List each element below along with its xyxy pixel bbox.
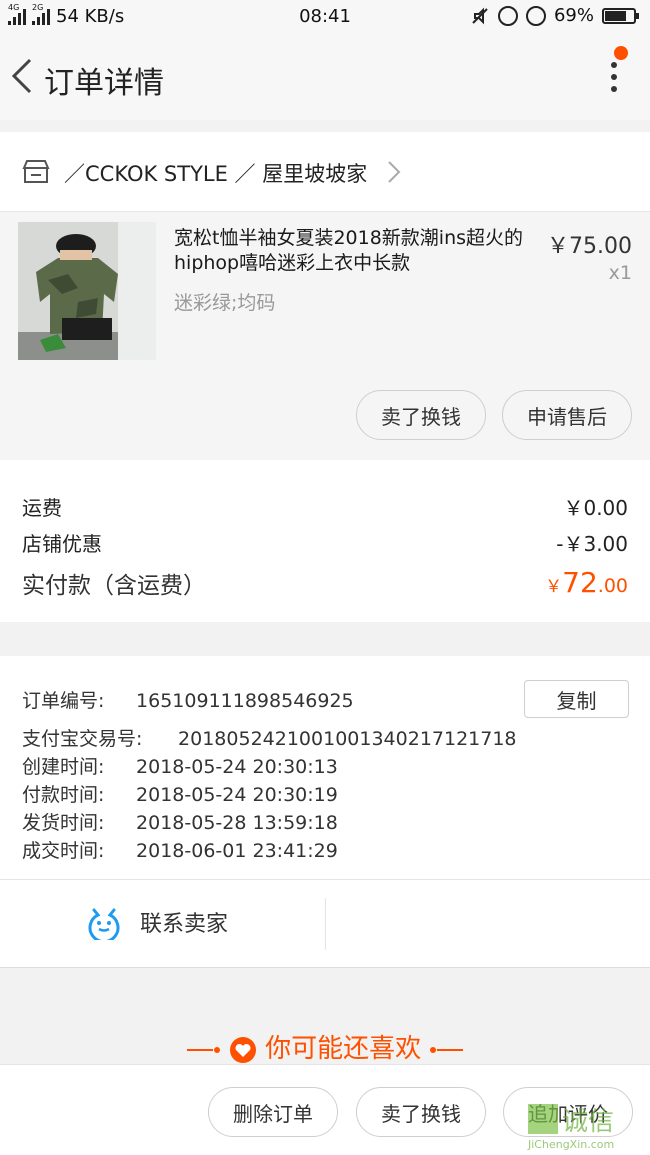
recommend-header: 你可能还喜欢 [0,1028,650,1065]
discount-row: 店铺优惠 -￥3.00 [22,528,628,557]
created-time: 2018-05-24 20:30:13 [136,756,338,778]
discount-value: -￥3.00 [556,532,628,556]
paid-time: 2018-05-24 20:30:19 [136,784,338,806]
rotation-lock-icon [497,5,518,26]
product-image[interactable] [18,222,156,360]
status-right: 69% [470,5,639,26]
product-photo [18,222,156,360]
copy-button[interactable]: 复制 [524,680,629,718]
store-icon [22,160,50,183]
order-info: 订单编号: 165109111898546925 复制 支付宝交易号: 2018… [0,656,650,880]
shop-row[interactable]: ／CCKOK STYLE ／ 屋里坡坡家 [0,132,650,212]
goods-item[interactable]: 宽松t恤半袖女夏装2018新款潮ins超火的hiphop嘻哈迷彩上衣中长款 迷彩… [0,212,650,460]
delete-order-button[interactable]: 删除订单 [208,1087,338,1137]
chat-face-icon[interactable] [86,904,122,940]
paid-integer: 72 [562,566,598,599]
heart-icon [229,1036,256,1063]
resell-button[interactable]: 卖了换钱 [356,390,486,440]
completed-label: 成交时间: [22,840,105,862]
more-menu-icon[interactable] [608,58,620,98]
paid-row: 实付款（含运费） ￥72.00 [22,566,628,600]
paid-time-row: 付款时间: 2018-05-24 20:30:19 [22,780,338,807]
divider [325,898,326,950]
contact-bar: 联系卖家 [0,880,650,968]
battery-percent: 69% [553,5,594,26]
paid-amount: ￥72.00 [545,566,628,599]
paid-label: 实付款（含运费） [22,573,206,599]
watermark-url: JiChengXin.com [527,1138,614,1151]
created-label: 创建时间: [22,756,105,778]
contact-seller-button[interactable]: 联系卖家 [140,906,228,938]
discount-label: 店铺优惠 [22,532,102,556]
recommend-title: 你可能还喜欢 [265,1034,422,1064]
created-row: 创建时间: 2018-05-24 20:30:13 [22,752,338,779]
battery-fill [605,10,626,21]
shop-name: ／CCKOK STYLE ／ 屋里坡坡家 [64,162,368,186]
paid-currency: ￥ [545,577,563,597]
watermark-logo: 诚信 JiChengXin.com [527,1104,614,1151]
shipping-label: 运费 [22,496,62,520]
right-dash-decoration [430,1046,464,1053]
completed-time: 2018-06-01 23:41:29 [136,840,338,862]
paid-decimal: .00 [597,575,628,597]
after-sale-button[interactable]: 申请售后 [502,390,632,440]
back-arrow-icon[interactable] [8,56,36,96]
resell-bottom-button[interactable]: 卖了换钱 [356,1087,486,1137]
page-title: 订单详情 [44,66,164,101]
battery-icon [602,7,639,24]
status-bar: 4G 2G 54 KB/s 08:41 69% [0,0,650,34]
alipay-label: 支付宝交易号: [22,728,143,750]
order-number[interactable]: 165109111898546925 [136,690,354,712]
notification-dot [614,46,628,60]
mute-icon [472,7,488,24]
completed-row: 成交时间: 2018-06-01 23:41:29 [22,836,338,863]
nav-bar: 订单详情 [0,34,650,120]
fee-summary: 运费 ￥0.00 店铺优惠 -￥3.00 实付款（含运费） ￥72.00 [0,460,650,622]
product-title[interactable]: 宽松t恤半袖女夏装2018新款潮ins超火的hiphop嘻哈迷彩上衣中长款 [174,226,524,276]
paid-time-label: 付款时间: [22,784,105,806]
shipped-label: 发货时间: [22,812,105,834]
product-quantity: x1 [608,262,632,284]
shipping-value: ￥0.00 [563,496,628,520]
alipay-number: 2018052421001001340217121718 [178,728,517,750]
left-dash-decoration [186,1046,220,1053]
chevron-right-icon [388,161,401,183]
product-price: ￥75.00 [547,234,632,259]
order-number-label: 订单编号: [22,690,105,712]
order-number-row: 订单编号: 165109111898546925 [22,686,354,713]
watermark-text: 诚信 [562,1107,614,1137]
shipped-time: 2018-05-28 13:59:18 [136,812,338,834]
shipping-row: 运费 ￥0.00 [22,492,628,521]
shipped-row: 发货时间: 2018-05-28 13:59:18 [22,808,338,835]
product-sku: 迷彩绿;均码 [174,292,276,314]
alipay-row: 支付宝交易号: 2018052421001001340217121718 [22,724,517,751]
alarm-icon [525,5,546,26]
